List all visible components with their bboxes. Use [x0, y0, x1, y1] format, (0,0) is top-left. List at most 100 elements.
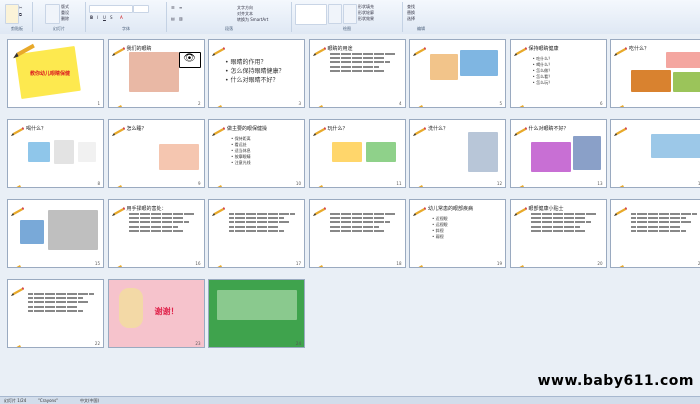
- status-theme: "Crayons": [38, 398, 59, 403]
- new-slide-button[interactable]: [45, 4, 60, 24]
- slide-number: 2: [197, 101, 201, 106]
- slide-thumbnail-19[interactable]: 幼儿常患的眼部疾病 • 近视眼 • 远视眼 • 斜视 • 弱视 19: [409, 199, 506, 268]
- slide-thumbnail-21[interactable]: 21: [610, 199, 700, 268]
- pencil-icon-bottom: [10, 257, 22, 267]
- paste-button[interactable]: [5, 4, 19, 24]
- slide-number: 23: [195, 341, 201, 346]
- landscape-image: [460, 50, 498, 76]
- milk-image: [54, 140, 74, 164]
- slides-label: 幻灯片: [53, 26, 65, 31]
- status-slide: 幻灯片 1/24: [4, 398, 27, 403]
- align-center-icon[interactable]: ▥: [179, 16, 183, 21]
- font-group: B I U S A 字体: [86, 2, 167, 32]
- slide-title: 眼部健康小贴士: [528, 206, 564, 212]
- slide-thumbnail-9[interactable]: 怎么睡？ 9: [107, 119, 205, 188]
- arrange-button[interactable]: [328, 4, 342, 24]
- pencil-icon-bottom: [211, 257, 223, 267]
- delete-button[interactable]: 删除: [61, 16, 69, 22]
- copy-icon[interactable]: ⧉: [19, 12, 22, 17]
- quick-styles-button[interactable]: [343, 4, 357, 24]
- slide-number: 1: [97, 101, 100, 106]
- slide-text: [329, 212, 400, 233]
- slide-thumbnail-18[interactable]: 18: [308, 199, 406, 268]
- select-button[interactable]: 选择: [407, 16, 415, 22]
- fruit-image: [673, 72, 700, 92]
- slide-thumbnail-13[interactable]: 什么对眼睛不好？ 13: [509, 119, 607, 188]
- pencil-icon: [513, 42, 527, 56]
- pencil-icon: [211, 202, 225, 216]
- playground-image: [365, 142, 396, 162]
- pencil-icon: [111, 202, 125, 216]
- pencil-icon: [613, 202, 627, 216]
- slide-thumbnail-3[interactable]: • 眼睛的作用？ • 怎么保持眼睛健康？ • 什么对眼睛不好？ 3: [208, 39, 305, 108]
- smartart-button[interactable]: 转换为 SmartArt: [237, 17, 268, 23]
- slide-bullets: • 眼睛的作用？ • 怎么保持眼睛健康？ • 什么对眼睛不好？: [225, 59, 285, 84]
- slide-sorter[interactable]: 教你幼儿眼睛保健 1 我们的眼睛 👁 2 • 眼睛的作用？ • 怎么保持眼睛健康？ • 什…: [0, 34, 700, 396]
- pencil-icon: [10, 202, 24, 216]
- slide-thumbnail-16[interactable]: 用手揉眼的害处： 16: [107, 199, 205, 268]
- shape-effects-button[interactable]: 形状效果: [358, 16, 374, 22]
- pencil-icon-bottom: [613, 177, 625, 187]
- slide-number: 11: [396, 181, 402, 186]
- numbering-icon[interactable]: ≡: [179, 5, 182, 10]
- slide-title: 教你幼儿眼睛保健: [30, 71, 71, 77]
- pencil-icon-bottom: [111, 97, 123, 107]
- drink-image: [28, 142, 50, 162]
- slide-number: 22: [94, 341, 100, 346]
- slide-thumbnail-5[interactable]: 5: [409, 39, 506, 108]
- slide-thumbnail-11[interactable]: 玩什么？ 11: [308, 119, 406, 188]
- slide-thumbnail-2[interactable]: 我们的眼睛 👁 2: [107, 39, 205, 108]
- cut-icon[interactable]: ✂: [19, 5, 22, 10]
- slide-thumbnail-14[interactable]: 14: [610, 119, 700, 188]
- slide-thumbnail-17[interactable]: 17: [208, 199, 305, 268]
- slide-thumbnail-7[interactable]: 吃什么？7: [610, 39, 700, 108]
- slide-thumbnail-8[interactable]: 喝什么？ 8: [7, 119, 104, 188]
- slide-number: 3: [298, 101, 301, 106]
- slide-thumbnail-10[interactable]: 做主要的眼保健操 • 保持距离 • 看远处 • 适当休息 • 按摩眼睛 • 注意光…: [208, 119, 305, 188]
- slide-thumbnail-24[interactable]: 24: [208, 279, 305, 348]
- washing-image: [468, 132, 498, 172]
- slide-thumbnail-20[interactable]: 眼部健康小贴士 20: [509, 199, 607, 268]
- pencil-icon-bottom: [312, 257, 324, 267]
- slide-number: 6: [599, 101, 603, 106]
- slide-thumbnail-1[interactable]: 教你幼儿眼睛保健 1: [7, 39, 104, 108]
- slide-thumbnail-4[interactable]: 眼睛的用途 4: [308, 39, 406, 108]
- slide-number: 18: [396, 261, 402, 266]
- bullets-icon[interactable]: ☰: [171, 5, 175, 10]
- watermark: www.baby611.com: [537, 373, 694, 389]
- pencil-icon-bottom: [412, 177, 424, 187]
- slide-thumbnail-22[interactable]: 22: [7, 279, 104, 348]
- underline-icon[interactable]: U: [103, 15, 106, 20]
- food-image: [666, 52, 700, 68]
- shapes-gallery[interactable]: [295, 4, 327, 25]
- align-left-icon[interactable]: ▤: [171, 16, 175, 21]
- pencil-icon-bottom: [111, 257, 123, 267]
- pencil-icon: [10, 42, 38, 60]
- pencil-icon-bottom: [10, 177, 22, 187]
- strikethrough-icon[interactable]: S: [110, 15, 113, 20]
- slide-thumbnail-23[interactable]: 谢谢！ 23: [107, 279, 205, 348]
- slide-number: 24: [295, 341, 301, 346]
- drawing-group: 形状填充 形状轮廓 形状效果 绘图: [292, 2, 403, 32]
- slide-thumbnail-15[interactable]: 15: [7, 199, 104, 268]
- clipboard-group: ✂ ⧉ 剪贴板: [2, 2, 33, 32]
- slide-title: 洗什么？: [428, 126, 449, 132]
- kids-photo: [20, 220, 44, 244]
- slide-thumbnail-6[interactable]: 保持眼睛健康 • 吃什么？ • 喝什么？ • 怎么做？ • 怎么看？ • 怎么玩？…: [509, 39, 607, 108]
- bold-icon[interactable]: B: [90, 15, 93, 20]
- pencil-icon: [513, 202, 527, 216]
- bear-image: [118, 288, 143, 328]
- tv-image: [572, 136, 601, 170]
- italic-icon[interactable]: I: [97, 15, 98, 20]
- slide-title: 喝什么？: [26, 126, 47, 132]
- slide-bullets: • 吃什么？ • 喝什么？ • 怎么做？ • 怎么看？ • 怎么玩？: [532, 56, 553, 85]
- pencil-icon: [312, 122, 326, 136]
- font-size-select[interactable]: [133, 5, 149, 13]
- slide-thumbnail-12[interactable]: 洗什么？ 12: [409, 119, 506, 188]
- font-name-select[interactable]: [89, 5, 133, 13]
- cartoon-image: [530, 142, 571, 172]
- font-color-icon[interactable]: A: [120, 15, 123, 20]
- pencil-icon-bottom: [613, 257, 625, 267]
- pencil-icon-bottom: [513, 177, 525, 187]
- pencil-icon-bottom: [211, 97, 223, 107]
